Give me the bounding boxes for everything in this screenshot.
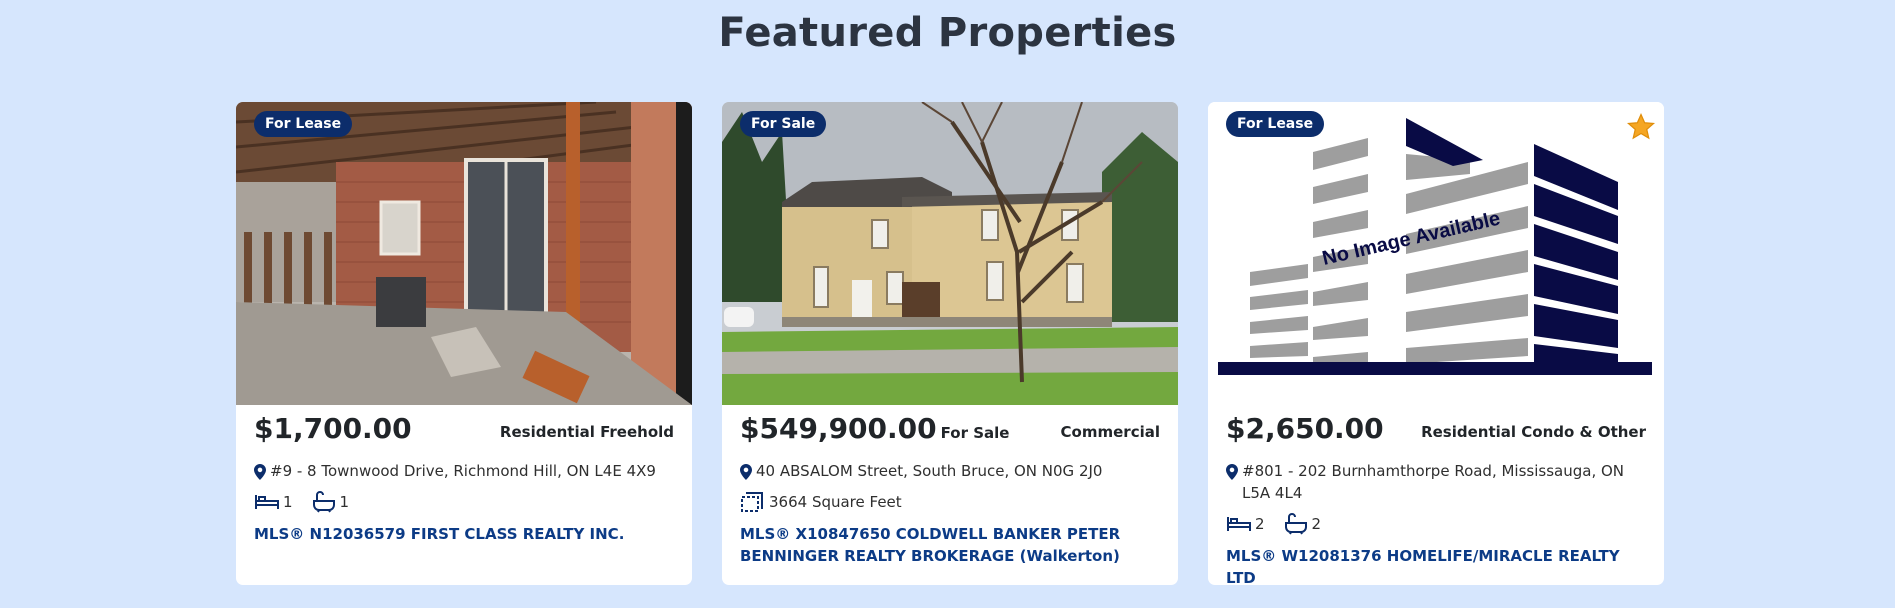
listing-status-badge: For Lease bbox=[1226, 111, 1325, 137]
map-pin-icon bbox=[254, 464, 266, 480]
listing-mls-link[interactable]: MLS® X10847650 COLDWELL BANKER PETER BEN… bbox=[740, 523, 1160, 567]
listing-features: 3664 Square Feet bbox=[740, 490, 920, 514]
listing-price: $549,900.00 For Sale bbox=[740, 412, 1010, 445]
area-icon bbox=[741, 492, 763, 512]
listing-type: Residential Freehold bbox=[499, 423, 674, 441]
map-pin-icon bbox=[1226, 464, 1238, 480]
listing-placeholder-image[interactable]: No Image Available bbox=[1208, 102, 1664, 405]
bathtub-icon bbox=[312, 491, 335, 513]
listing-address: #9 - 8 Townwood Drive, Richmond Hill, ON… bbox=[254, 460, 674, 482]
listing-card[interactable]: For Lease $1,700.00 Residential Freehold… bbox=[236, 102, 692, 585]
listing-status-badge: For Lease bbox=[254, 111, 353, 137]
listing-address: 40 ABSALOM Street, South Bruce, ON N0G 2… bbox=[740, 460, 1160, 482]
listing-mls-link[interactable]: MLS® N12036579 FIRST CLASS REALTY INC. bbox=[254, 523, 674, 545]
listing-address: #801 - 202 Burnhamthorpe Road, Mississau… bbox=[1226, 460, 1646, 504]
listing-features: 1 1 bbox=[254, 490, 367, 514]
listing-type: Commercial bbox=[1060, 423, 1160, 441]
listing-mls-link[interactable]: MLS® W12081376 HOMELIFE/MIRACLE REALTY L… bbox=[1226, 545, 1646, 585]
price-note: For Sale bbox=[940, 424, 1010, 442]
bed-icon bbox=[1227, 517, 1251, 531]
listing-features: 2 2 bbox=[1226, 512, 1339, 536]
listing-card[interactable]: For Sale $549,900.00 For Sale Commercial … bbox=[722, 102, 1178, 585]
section-title: Featured Properties bbox=[718, 10, 1177, 56]
map-pin-icon bbox=[740, 464, 752, 480]
listing-price: $1,700.00 bbox=[254, 412, 412, 445]
listing-photo[interactable] bbox=[236, 102, 692, 405]
listing-type: Residential Condo & Other bbox=[1421, 423, 1646, 441]
listing-status-badge: For Sale bbox=[740, 111, 827, 137]
star-icon[interactable] bbox=[1626, 112, 1656, 142]
listing-photo[interactable] bbox=[722, 102, 1178, 405]
listing-price: $2,650.00 bbox=[1226, 412, 1384, 445]
bed-icon bbox=[255, 495, 279, 509]
listing-card[interactable]: No Image Available For Lease $2,650.00 R… bbox=[1208, 102, 1664, 585]
bathtub-icon bbox=[1284, 513, 1307, 535]
